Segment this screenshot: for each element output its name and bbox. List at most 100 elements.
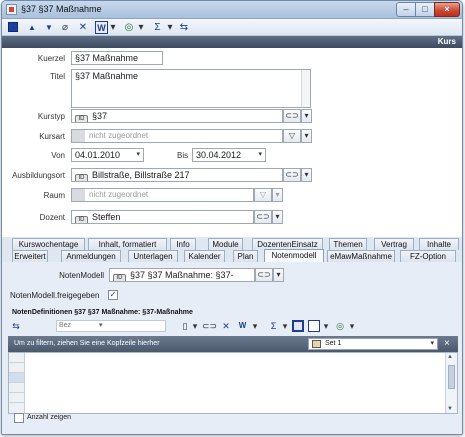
notenmodell-dropdown-icon[interactable]: ▾ [273,268,284,282]
dozent-open-icon[interactable]: ⊂⊃ [254,210,272,224]
dozent-dropdown-icon[interactable]: ▾ [272,210,283,224]
sum-dropdown-icon[interactable]: ▾ [281,319,289,333]
bis-date-field[interactable]: 30.04.2012 ▾ [192,148,266,162]
kursart-dropdown-icon[interactable]: ▾ [301,129,312,143]
close-icon[interactable]: × [444,338,450,349]
raum-dropdown-icon[interactable]: ▾ [272,188,283,202]
tab-inhalte[interactable]: Inhalte [419,238,459,250]
sum-icon[interactable]: Σ [268,319,279,333]
raum-filter-icon[interactable]: ▽ [254,188,272,202]
minimize-button[interactable]: – [396,2,416,17]
web-icon[interactable]: ◎ [334,319,346,333]
word-icon[interactable]: W [95,21,108,34]
word-icon[interactable]: W [236,319,249,333]
bis-calendar-dropdown-icon[interactable]: ▾ [258,149,262,161]
set-selector[interactable]: Set 1 ▾ [308,338,438,350]
tab-emawmassnahme[interactable]: eMawMaßnahme [327,250,395,262]
notenmodell-field[interactable]: ID §37 §37 Maßnahme: §37- [109,268,255,282]
dozent-field[interactable]: ID Steffen [71,210,254,224]
anzahl-zeigen-checkbox[interactable] [14,413,24,423]
refresh-icon[interactable]: ⇆ [178,21,190,34]
tab-anmeldungen[interactable]: Anmeldungen [61,250,121,262]
course-form: Kuerzel §37 Maßnahme Titel §37 Maßnahme … [2,48,462,237]
sum-icon[interactable]: Σ [152,21,163,34]
row-selector[interactable] [9,373,24,383]
kursart-field[interactable]: nicht zugeordnet [71,129,283,143]
titel-value: §37 Maßnahme [75,71,139,81]
raum-placeholder: nicht zugeordnet [89,190,149,199]
von-date-field[interactable]: 04.01.2010 ▾ [71,148,144,162]
tab-notenmodell[interactable]: Notenmodell [264,249,324,262]
kuerzel-label: Kuerzel [37,54,65,63]
von-calendar-dropdown-icon[interactable]: ▾ [136,149,140,161]
web-dropdown-icon[interactable]: ▾ [137,21,145,34]
anzahl-zeigen-label: Anzahl zeigen [27,414,71,421]
titel-scrollbar[interactable] [301,70,310,107]
von-value: 04.01.2010 [75,150,121,160]
titel-label: Titel [50,72,65,81]
close-button[interactable]: × [434,2,460,17]
web-dropdown-icon[interactable]: ▾ [348,319,356,333]
group-by-bar[interactable]: Um zu filtern, ziehen Sie eine Kopfzeile… [8,336,458,352]
titel-field[interactable]: §37 Maßnahme [71,69,311,108]
view-dropdown-icon[interactable]: ▾ [322,319,330,333]
row-selector-column [9,353,25,413]
notenmodell-open-icon[interactable]: ⊂⊃ [255,268,273,282]
kuerzel-field[interactable]: §37 Maßnahme [71,51,163,65]
kurstyp-open-icon[interactable]: ⊂⊃ [283,109,301,123]
arrow-down-icon[interactable]: ▼ [43,21,55,34]
row-selector[interactable] [9,363,24,373]
view-icon[interactable] [308,320,320,332]
word-dropdown-icon[interactable]: ▾ [251,319,259,333]
scroll-thumb[interactable] [448,365,455,389]
row-selector[interactable] [9,393,24,403]
set-dropdown-icon[interactable]: ▾ [430,339,434,349]
tab-unterlagen[interactable]: Unterlagen [128,250,178,262]
set-icon [312,340,321,348]
sum-dropdown-icon[interactable]: ▾ [166,21,174,34]
ausbildungsort-open-icon[interactable]: ⊂⊃ [283,168,301,182]
delete-icon[interactable]: ✕ [221,319,231,333]
title-bar: §37 §37 Maßnahme – □ × [2,1,462,19]
save-icon[interactable] [7,21,19,34]
tab-inhalt-formatiert[interactable]: Inhalt, formatiert [88,238,167,250]
kurstyp-field[interactable]: ID §37 [71,109,283,123]
tab-fz-option[interactable]: FZ-Option [400,250,456,262]
refresh-icon[interactable]: ⇆ [10,319,22,333]
tab-erweitert[interactable]: Erweitert [12,250,48,262]
scroll-up-icon[interactable]: ▲ [447,354,453,360]
freigegeben-checkbox[interactable]: ✓ [108,290,118,300]
ausbildungsort-dropdown-icon[interactable]: ▾ [301,168,312,182]
ausbildungsort-field[interactable]: ID Billstraße, Billstraße 217 [71,168,283,182]
tab-vertrag[interactable]: Vertrag [374,238,414,250]
tab-kurswochentage[interactable]: Kurswochentage [12,238,85,250]
web-icon[interactable]: ◎ [123,21,135,34]
tab-module[interactable]: Module [208,238,243,250]
tab-plan[interactable]: Plan [233,250,258,262]
new-dropdown-icon[interactable]: ▾ [191,319,199,333]
arrow-up-icon[interactable]: ▲ [26,21,38,34]
maximize-button[interactable]: □ [415,2,435,17]
raum-field[interactable]: nicht zugeordnet [71,188,254,202]
kursart-filter-icon[interactable]: ▽ [283,129,301,143]
attach-icon[interactable]: ⌀ [60,21,70,34]
layout-icon[interactable] [292,320,304,332]
tab-themen[interactable]: Themen [329,238,367,250]
row-selector[interactable] [9,353,24,363]
new-document-icon[interactable]: ▯ [180,319,190,333]
grid-scrollbar[interactable]: ▲ ▼ [445,353,457,413]
delete-icon[interactable]: ✕ [77,21,89,34]
tab-kalender[interactable]: Kalender [184,250,225,262]
word-dropdown-icon[interactable]: ▾ [109,21,117,34]
notenmodell-panel: NotenModell ID §37 §37 Maßnahme: §37- ⊂⊃ … [2,262,462,434]
tab-info[interactable]: Info [170,238,196,250]
bez-dropdown-icon[interactable]: ▾ [99,321,103,331]
open-folder-icon[interactable]: ⊂⊃ [202,319,217,333]
kursart-label: Kursart [39,132,65,141]
tab-strip: Kurswochentage Inhalt, formatiert Info M… [2,237,462,262]
kurstyp-dropdown-icon[interactable]: ▾ [301,109,312,123]
bez-filter-field[interactable]: Bez ▾ [56,320,166,332]
row-selector[interactable] [9,383,24,393]
grades-grid[interactable]: ▲ ▼ [8,352,458,414]
scroll-down-icon[interactable]: ▼ [447,406,453,412]
